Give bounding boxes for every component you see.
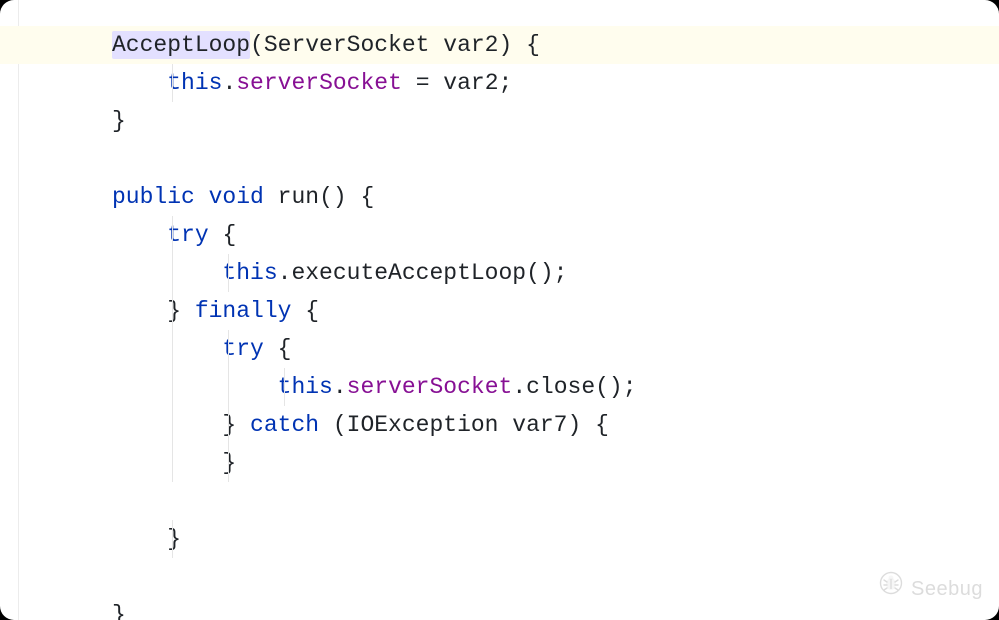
indent-guide xyxy=(172,444,173,482)
code-line: } xyxy=(0,444,999,482)
indent-guide xyxy=(172,406,173,444)
code-line: public void run() { xyxy=(0,178,999,216)
code-line xyxy=(0,482,999,520)
code-lines: AcceptLoop(ServerSocket var2) { this.ser… xyxy=(0,26,999,620)
indent-guide xyxy=(284,368,285,406)
code-token: serverSocket xyxy=(347,374,513,400)
code-token: = var2; xyxy=(402,70,512,96)
code-token: AcceptLoop xyxy=(112,31,250,59)
code-token: public void xyxy=(112,184,278,210)
code-line: AcceptLoop(ServerSocket var2) { xyxy=(0,26,999,64)
code-line: try { xyxy=(0,216,999,254)
code-token: .executeAcceptLoop(); xyxy=(278,260,568,286)
code-token: () { xyxy=(319,184,374,210)
indent-guide xyxy=(228,406,229,444)
indent-guide xyxy=(228,444,229,482)
code-token: } xyxy=(222,412,250,438)
code-token: (ServerSocket var2) { xyxy=(250,32,540,58)
code-line: this.executeAcceptLoop(); xyxy=(0,254,999,292)
code-token: } xyxy=(167,526,181,552)
code-line: try { xyxy=(0,330,999,368)
code-line: } catch (IOException var7) { xyxy=(0,406,999,444)
code-line xyxy=(0,140,999,178)
code-token: this xyxy=(278,374,333,400)
indent-guide xyxy=(172,330,173,368)
code-token: . xyxy=(222,70,236,96)
code-line: } finally { xyxy=(0,292,999,330)
code-token: . xyxy=(333,374,347,400)
code-token: .close(); xyxy=(512,374,636,400)
code-token: { xyxy=(264,336,292,362)
indent-guide xyxy=(172,292,173,330)
indent-guide xyxy=(172,368,173,406)
indent-guide xyxy=(228,368,229,406)
code-line: this.serverSocket = var2; xyxy=(0,64,999,102)
indent-guide xyxy=(228,330,229,368)
code-token: } xyxy=(112,602,126,620)
code-token: catch xyxy=(250,412,319,438)
code-line xyxy=(0,558,999,596)
indent-guide xyxy=(228,254,229,292)
indent-guide xyxy=(172,216,173,254)
code-token: { xyxy=(291,298,319,324)
code-token: try xyxy=(167,222,208,248)
code-token: { xyxy=(209,222,237,248)
code-token: serverSocket xyxy=(236,70,402,96)
code-token: this xyxy=(167,70,222,96)
code-token: finally xyxy=(195,298,292,324)
code-token: run xyxy=(278,184,319,210)
code-token: } xyxy=(112,108,126,134)
indent-guide xyxy=(172,64,173,102)
code-line: } xyxy=(0,596,999,620)
code-line: } xyxy=(0,102,999,140)
indent-guide xyxy=(172,520,173,558)
indent-guide xyxy=(172,254,173,292)
code-token: this xyxy=(222,260,277,286)
code-editor: AcceptLoop(ServerSocket var2) { this.ser… xyxy=(0,0,999,620)
code-line: this.serverSocket.close(); xyxy=(0,368,999,406)
code-token: (IOException var7) { xyxy=(319,412,609,438)
code-token: } xyxy=(222,450,236,476)
code-line: } xyxy=(0,520,999,558)
